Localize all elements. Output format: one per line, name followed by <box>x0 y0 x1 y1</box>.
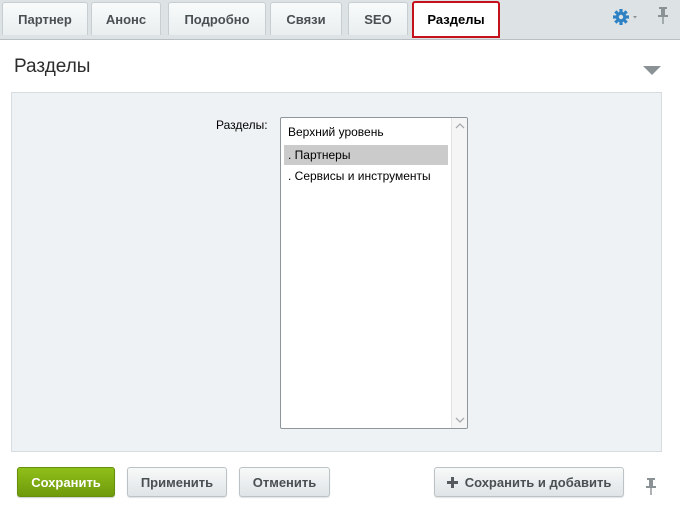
save-button[interactable]: Сохранить <box>17 467 115 497</box>
option-partners[interactable]: . Партнеры <box>284 145 448 165</box>
option-services[interactable]: . Сервисы и инструменты <box>284 166 448 186</box>
tab-bar: Партнер Анонс Подробно Связи SEO Разделы <box>0 0 680 40</box>
scroll-down-button[interactable] <box>452 413 467 427</box>
chevron-down-icon <box>633 16 637 19</box>
sections-field-label: Разделы: <box>216 118 268 132</box>
tab-sections[interactable]: Разделы <box>412 1 500 38</box>
plus-icon <box>446 476 458 488</box>
arrow-up-icon <box>455 123 465 129</box>
collapse-section-button[interactable] <box>643 63 661 75</box>
tab-details[interactable]: Подробно <box>168 2 266 35</box>
pin-buttons-panel[interactable] <box>644 477 658 497</box>
tab-announce[interactable]: Анонс <box>91 2 161 35</box>
tab-label: Разделы <box>427 12 485 27</box>
tab-links[interactable]: Связи <box>270 2 342 35</box>
settings-menu-button[interactable] <box>612 7 640 27</box>
tab-seo[interactable]: SEO <box>348 2 408 35</box>
arrow-down-icon <box>455 417 465 423</box>
tab-label: Партнер <box>18 11 72 27</box>
apply-button[interactable]: Применить <box>127 467 227 497</box>
save-and-add-button-label: Сохранить и добавить <box>464 474 612 490</box>
save-button-label: Сохранить <box>31 474 101 490</box>
pin-icon <box>646 478 656 495</box>
tab-label: Связи <box>286 11 326 27</box>
tab-label: SEO <box>364 11 392 27</box>
gear-icon <box>613 9 637 25</box>
scrollbar[interactable] <box>451 118 467 428</box>
triangle-down-icon <box>643 66 661 75</box>
option-top-level[interactable]: Верхний уровень <box>284 122 448 142</box>
tab-partner[interactable]: Партнер <box>2 2 88 35</box>
cancel-button-label: Отменить <box>252 474 317 490</box>
tab-label: Подробно <box>184 11 250 27</box>
section-title: Разделы <box>14 56 91 77</box>
tab-label: Анонс <box>105 11 147 27</box>
pin-button[interactable] <box>656 6 670 26</box>
scroll-up-button[interactable] <box>452 119 467 133</box>
apply-button-label: Применить <box>140 474 214 490</box>
save-and-add-button[interactable]: Сохранить и добавить <box>434 467 624 497</box>
pin-icon <box>658 7 668 24</box>
sections-multiselect[interactable]: Верхний уровень . Партнеры . Сервисы и и… <box>280 117 468 429</box>
cancel-button[interactable]: Отменить <box>239 467 330 497</box>
